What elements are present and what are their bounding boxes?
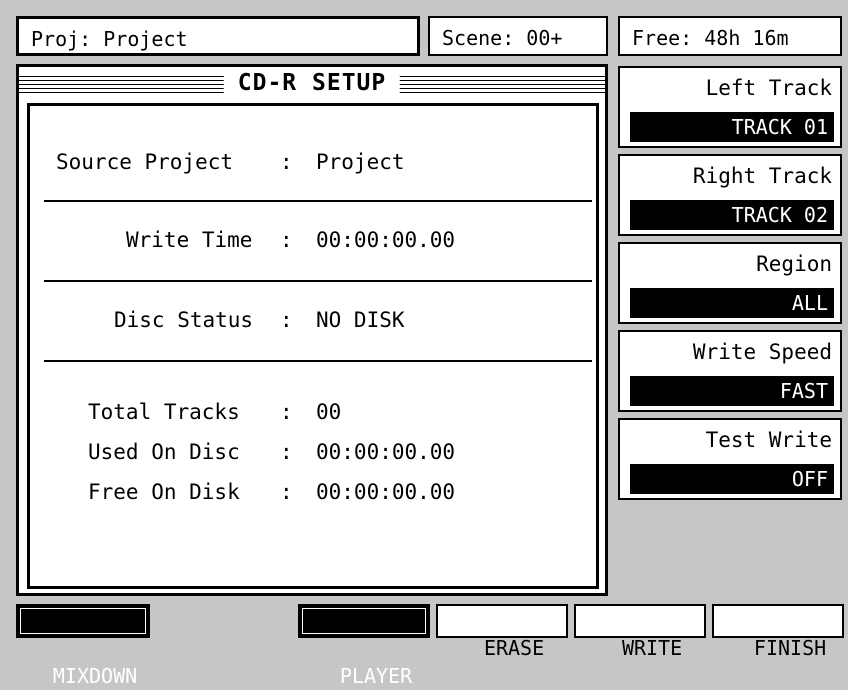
page-title: CD-R SETUP — [223, 70, 401, 96]
disc-status-label: Disc Status — [114, 308, 254, 332]
cdr-setup-panel: CD-R SETUP Source Project : Project Writ… — [16, 64, 608, 596]
scene-field[interactable]: Scene: 00+ — [428, 16, 608, 56]
used-on-disc-label: Used On Disc — [88, 440, 240, 464]
write-speed-setting[interactable]: Write Speed FAST — [618, 330, 842, 412]
project-field[interactable]: Proj: Project — [16, 16, 420, 56]
player-button[interactable]: PLAYER — [298, 604, 430, 688]
used-on-disc-value: 00:00:00.00 — [316, 440, 456, 464]
total-tracks-value: 00 — [316, 400, 342, 424]
finish-button[interactable]: FINISH — [712, 604, 844, 660]
left-track-value[interactable]: TRACK 01 — [630, 112, 834, 142]
info-panel: Source Project : Project Write Time : 00… — [27, 103, 599, 589]
write-button[interactable]: WRITE — [574, 604, 706, 660]
finish-label: FINISH — [753, 636, 827, 660]
left-track-label: Left Track — [705, 76, 832, 100]
test-write-setting[interactable]: Test Write OFF — [618, 418, 842, 500]
separator: : — [280, 150, 293, 174]
write-time-value: 00:00:00.00 — [316, 228, 456, 252]
write-label: WRITE — [621, 636, 683, 660]
free-on-disk-label: Free On Disk — [88, 480, 240, 504]
player-label: PLAYER — [339, 664, 413, 688]
left-track-setting[interactable]: Left Track TRACK 01 — [618, 66, 842, 148]
write-speed-value[interactable]: FAST — [630, 376, 834, 406]
project-label: Proj: Project — [31, 27, 188, 51]
divider — [44, 280, 592, 282]
erase-button[interactable]: ERASE — [436, 604, 568, 660]
separator: : — [280, 480, 293, 504]
source-project-label: Source Project — [56, 150, 234, 174]
divider — [44, 360, 592, 362]
test-write-value[interactable]: OFF — [630, 464, 834, 494]
region-label: Region — [756, 252, 832, 276]
write-speed-label: Write Speed — [692, 340, 832, 364]
scene-label: Scene: 00+ — [442, 26, 563, 50]
separator: : — [280, 440, 293, 464]
total-tracks-label: Total Tracks — [88, 400, 240, 424]
right-track-setting[interactable]: Right Track TRACK 02 — [618, 154, 842, 236]
free-space-label: Free: 48h 16m — [632, 26, 789, 50]
mixdown-button[interactable]: MIXDOWN — [16, 604, 150, 688]
region-setting[interactable]: Region ALL — [618, 242, 842, 324]
erase-label: ERASE — [483, 636, 545, 660]
write-time-label: Write Time — [126, 228, 253, 252]
free-on-disk-value: 00:00:00.00 — [316, 480, 456, 504]
separator: : — [280, 308, 293, 332]
divider — [44, 200, 592, 202]
free-space-indicator: Free: 48h 16m — [618, 16, 842, 56]
right-track-label: Right Track — [692, 164, 832, 188]
test-write-label: Test Write — [705, 428, 832, 452]
disc-status-value: NO DISK — [316, 308, 405, 332]
separator: : — [280, 400, 293, 424]
separator: : — [280, 228, 293, 252]
mixdown-label: MIXDOWN — [52, 664, 138, 688]
right-track-value[interactable]: TRACK 02 — [630, 200, 834, 230]
source-project-value: Project — [316, 150, 405, 174]
region-value[interactable]: ALL — [630, 288, 834, 318]
